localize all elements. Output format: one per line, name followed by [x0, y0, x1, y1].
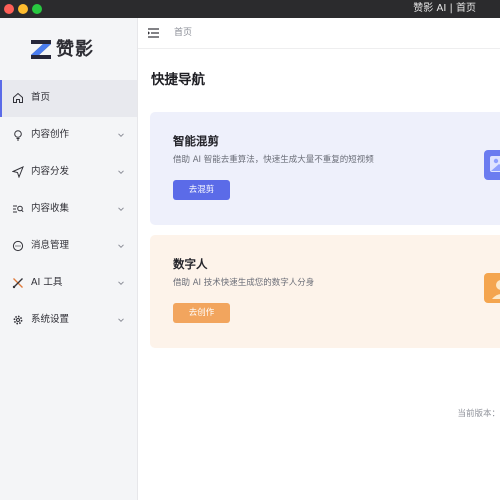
card-description: 借助 AI 智能去重算法，快速生成大量不重复的短视频 — [173, 155, 374, 165]
sidebar-item-label: 内容创作 — [31, 129, 70, 140]
sidebar-item-label: 内容分发 — [31, 166, 70, 177]
quick-nav-card-smart-mix: 智能混剪 借助 AI 智能去重算法，快速生成大量不重复的短视频 去混剪 — [150, 112, 500, 225]
home-icon — [13, 92, 23, 103]
lightbulb-icon — [14, 130, 22, 141]
sidebar: 赞影 首页 内容创作 内容分发 内容收集 消息管理 AI 工具 系统设置 — [0, 18, 138, 500]
sidebar-item-content-distribution[interactable]: 内容分发 — [0, 154, 137, 191]
sidebar-menu: 首页 内容创作 内容分发 内容收集 消息管理 AI 工具 系统设置 — [0, 80, 137, 339]
digital-human-icon — [484, 273, 500, 303]
minimize-window-button[interactable] — [18, 4, 28, 14]
gear-icon — [13, 315, 23, 325]
go-mix-button[interactable]: 去混剪 — [173, 180, 230, 200]
sidebar-item-message-management[interactable]: 消息管理 — [0, 228, 137, 265]
go-create-button[interactable]: 去创作 — [173, 303, 230, 323]
window-titlebar: 赞影 AI | 首页 — [0, 0, 500, 18]
chat-icon — [12, 240, 24, 252]
tools-icon — [12, 278, 23, 289]
sidebar-item-label: 首页 — [31, 92, 51, 103]
brand-mark-icon — [31, 40, 51, 59]
sidebar-item-label: AI 工具 — [31, 277, 63, 288]
sidebar-item-content-creation[interactable]: 内容创作 — [0, 117, 137, 154]
sidebar-item-content-collection[interactable]: 内容收集 — [0, 191, 137, 228]
quick-nav-card-digital-human: 数字人 借助 AI 技术快速生成您的数字人分身 去创作 — [150, 235, 500, 348]
chevron-down-icon — [118, 133, 124, 138]
top-bar: 首页 — [138, 18, 500, 49]
sidebar-item-home[interactable]: 首页 — [0, 80, 137, 117]
brand-name: 赞影 — [56, 39, 94, 60]
maximize-window-button[interactable] — [32, 4, 42, 14]
close-window-button[interactable] — [4, 4, 14, 14]
chevron-down-icon — [118, 170, 124, 175]
sidebar-item-ai-tools[interactable]: AI 工具 — [0, 265, 137, 302]
breadcrumb[interactable]: 首页 — [174, 26, 192, 40]
card-description: 借助 AI 技术快速生成您的数字人分身 — [173, 278, 315, 288]
card-title: 数字人 — [173, 257, 208, 271]
sidebar-item-label: 系统设置 — [31, 314, 70, 325]
chevron-down-icon — [118, 244, 124, 249]
window-title: 赞影 AI | 首页 — [413, 3, 476, 14]
card-title: 智能混剪 — [173, 134, 219, 148]
page-title: 快捷导航 — [151, 72, 205, 88]
main-content: 快捷导航 智能混剪 借助 AI 智能去重算法，快速生成大量不重复的短视频 去混剪… — [138, 49, 500, 500]
send-icon — [12, 166, 24, 178]
search-list-icon — [13, 205, 24, 213]
sidebar-item-label: 消息管理 — [31, 240, 70, 251]
menu-toggle-icon[interactable] — [148, 28, 159, 38]
chevron-down-icon — [118, 318, 124, 323]
sidebar-item-system-settings[interactable]: 系统设置 — [0, 302, 137, 339]
version-label: 当前版本： — [457, 409, 500, 419]
chevron-down-icon — [118, 207, 124, 212]
video-gallery-icon — [484, 150, 500, 180]
sidebar-item-label: 内容收集 — [31, 203, 70, 214]
chevron-down-icon — [118, 281, 124, 286]
